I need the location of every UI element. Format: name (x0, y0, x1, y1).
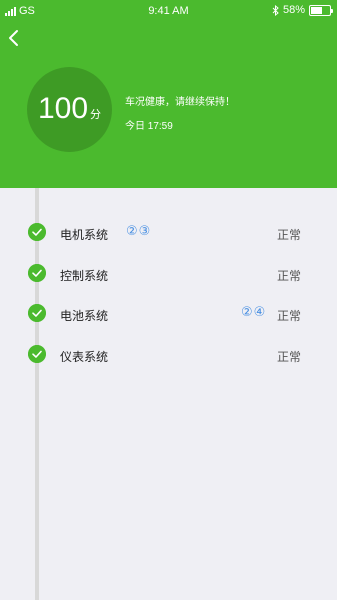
system-name: 控制系统 (60, 268, 109, 283)
system-status: 正常 (276, 309, 301, 323)
system-list: 电机系统 ②③ 正常 控制系统 正常 电池系统 ②④ 正常 仪表系统 正常 (0, 212, 337, 374)
score-unit: 分 (90, 109, 102, 121)
check-icon (28, 223, 46, 241)
check-icon (28, 304, 46, 322)
health-message: 车况健康，请继续保持！ (125, 97, 235, 108)
status-bar: GS 9:41 AM 58% (0, 0, 337, 22)
check-icon (28, 263, 46, 282)
system-row-motor[interactable]: 电机系统 ②③ 正常 (0, 212, 337, 253)
header: GS 9:41 AM 58% 100 分 车况健康，请继续保持！ 今日 17:5… (0, 0, 337, 188)
battery-percent: 58% (282, 4, 305, 16)
system-row-instrument[interactable]: 仪表系统 正常 (0, 334, 337, 375)
score-circle: 100 分 (27, 67, 112, 152)
system-codes: ②④ (241, 304, 267, 319)
system-row-battery[interactable]: 电池系统 ②④ 正常 (0, 293, 337, 334)
system-status: 正常 (276, 349, 301, 364)
battery-icon (309, 4, 333, 16)
check-icon (28, 344, 46, 363)
system-status: 正常 (276, 268, 301, 283)
status-right: 58% (272, 4, 333, 16)
system-codes: ②③ (126, 223, 152, 238)
bluetooth-icon (272, 4, 279, 16)
check-time: 今日 17:59 (125, 121, 173, 132)
system-name: 电机系统 (60, 228, 109, 242)
system-row-control[interactable]: 控制系统 正常 (0, 253, 337, 294)
system-name: 仪表系统 (60, 349, 109, 364)
back-arrow-icon[interactable] (5, 27, 23, 49)
system-name: 电池系统 (60, 309, 109, 323)
score-value: 100 (37, 92, 89, 125)
system-status: 正常 (276, 228, 301, 242)
